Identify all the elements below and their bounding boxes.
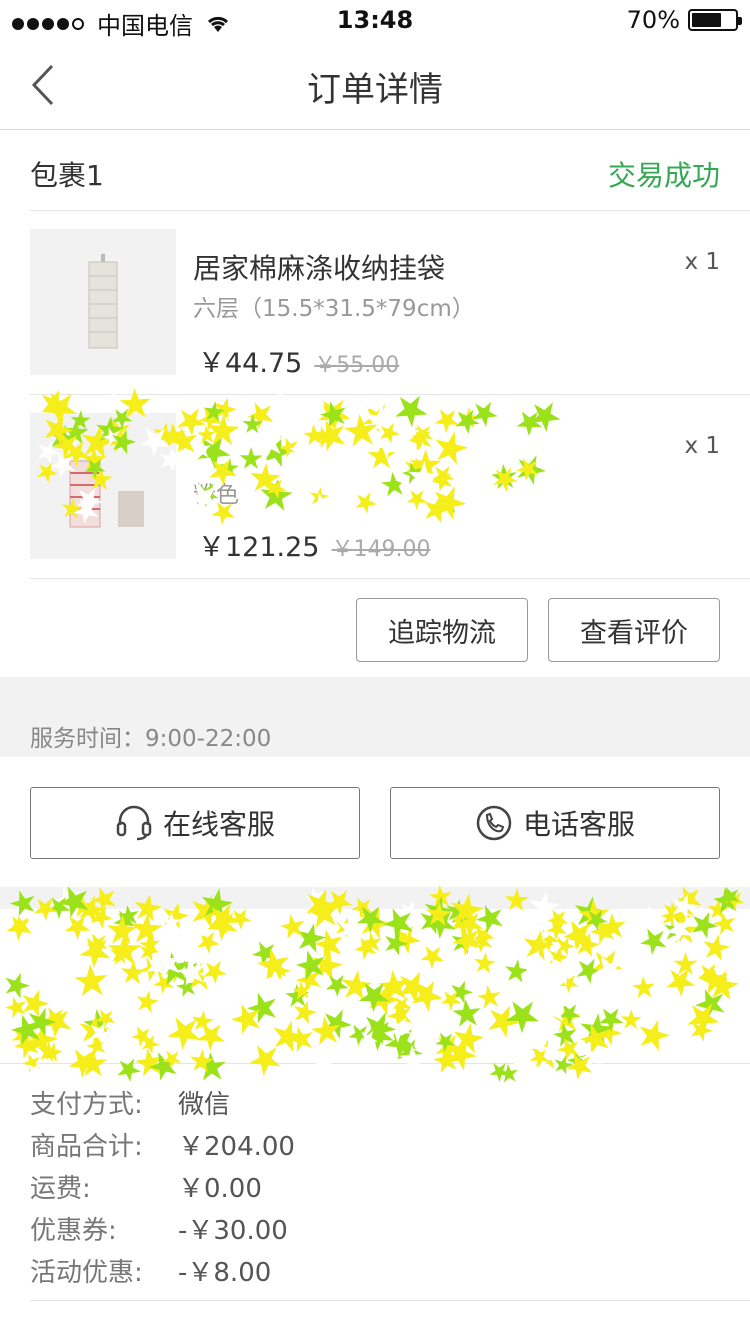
product-old-price: ￥55.00	[314, 353, 400, 378]
battery-label: 70%	[626, 6, 680, 34]
phone-service-button[interactable]: 电话客服	[390, 787, 720, 859]
track-logistics-button[interactable]: 追踪物流	[356, 598, 528, 662]
page-title: 订单详情	[307, 70, 443, 110]
battery-icon	[688, 9, 742, 31]
status-right: 70%	[626, 6, 742, 34]
package-name: 包裹1	[30, 159, 104, 192]
view-review-button[interactable]: 查看评价	[548, 598, 720, 662]
summary-value: ￥0.00	[178, 1174, 262, 1204]
order-status: 交易成功	[607, 159, 720, 192]
summary-row: 运费: ￥0.00	[30, 1160, 750, 1204]
product-qty: x 1	[684, 433, 720, 459]
product-spec: 粉色	[193, 482, 239, 508]
service-hours-bar: 服务时间：9:00-22:00	[0, 677, 750, 757]
product-image	[30, 413, 176, 559]
summary-key: 活动优惠:	[30, 1258, 143, 1288]
summary-row: 支付方式: 微信	[30, 1076, 750, 1120]
summary-row: 商品合计: ￥204.00	[30, 1118, 750, 1162]
summary-value: -￥30.00	[178, 1216, 288, 1246]
order-actions: 追踪物流 查看评价	[30, 579, 750, 677]
product-old-price: ￥149.00	[331, 537, 431, 562]
product-spec: 六层（15.5*31.5*79cm）	[193, 296, 475, 322]
summary-value: 微信	[178, 1090, 231, 1120]
summary-row: 活动优惠: -￥8.00	[30, 1244, 750, 1288]
summary-key: 商品合计:	[30, 1132, 143, 1162]
package-header: 包裹1 交易成功	[30, 130, 750, 211]
customer-service-row: 在线客服 电话客服	[0, 757, 750, 887]
payment-summary: 支付方式: 微信 商品合计: ￥204.00 运费: ￥0.00 优惠券: -￥…	[30, 1076, 750, 1288]
service-hours: 服务时间：9:00-22:00	[30, 726, 272, 752]
section-divider	[0, 887, 750, 909]
product-image	[30, 229, 176, 375]
product-name: 居家棉麻涤收纳挂袋	[193, 252, 446, 285]
summary-row: 优惠券: -￥30.00	[30, 1202, 750, 1246]
headset-icon	[116, 805, 152, 841]
product-qty: x 1	[684, 249, 720, 275]
phone-icon	[476, 805, 512, 841]
product-price: ￥121.25	[198, 532, 320, 563]
product-price: ￥44.75	[198, 348, 303, 379]
nav-bar: 订单详情	[0, 40, 750, 130]
phone-service-label: 电话客服	[522, 808, 635, 841]
order-item[interactable]: 粉色 x 1 ￥121.25 ￥149.00	[30, 395, 750, 579]
product-price-row: ￥121.25 ￥149.00	[198, 525, 430, 564]
divider	[30, 1300, 750, 1301]
product-price-row: ￥44.75 ￥55.00	[198, 341, 399, 380]
online-service-button[interactable]: 在线客服	[30, 787, 360, 859]
order-item[interactable]: 居家棉麻涤收纳挂袋 六层（15.5*31.5*79cm） x 1 ￥44.75 ￥…	[30, 211, 750, 395]
status-bar: 中国电信 13:48 70%	[0, 0, 750, 40]
summary-key: 运费:	[30, 1174, 91, 1204]
summary-key: 支付方式:	[30, 1090, 143, 1120]
obscured-section	[0, 909, 750, 1064]
online-service-label: 在线客服	[162, 808, 275, 841]
summary-value: ￥204.00	[178, 1132, 295, 1162]
summary-key: 优惠券:	[30, 1216, 117, 1246]
summary-value: -￥8.00	[178, 1258, 272, 1288]
